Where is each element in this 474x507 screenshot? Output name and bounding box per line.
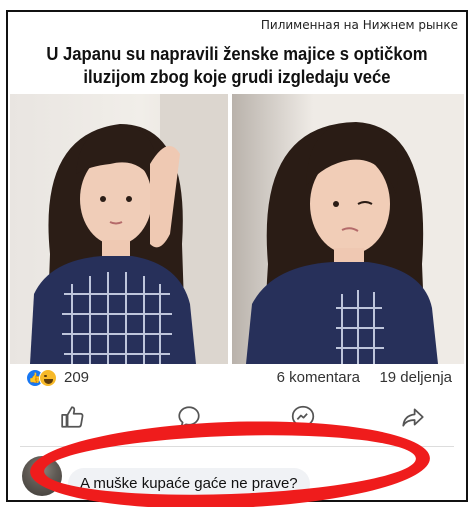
photo-left: [10, 94, 228, 364]
share-button[interactable]: [400, 404, 426, 430]
post-stats: 👍 209 6 komentara 19 deljenja: [22, 368, 456, 390]
divider: [20, 446, 454, 447]
haha-reaction-icon: [39, 369, 57, 387]
post-photos[interactable]: [10, 94, 464, 364]
photo-right: [232, 94, 464, 364]
reaction-count[interactable]: 209: [64, 369, 89, 386]
reaction-icons[interactable]: 👍: [26, 369, 60, 387]
comments-count-link[interactable]: 6 komentara: [277, 369, 360, 386]
post-action-bar: [18, 400, 456, 434]
comment: A muške kupaće gaće ne prave?: [22, 454, 456, 500]
share-arrow-icon: [402, 408, 424, 427]
comment-bubble: A muške kupaće gaće ne prave?: [68, 468, 310, 500]
comment-text: A muške kupaće gaće ne prave?: [80, 475, 298, 492]
meme-frame: Пилименная на Нижнем рынке U Japanu su n…: [6, 10, 468, 502]
messenger-icon: [291, 405, 315, 429]
watermark: Пилименная на Нижнем рынке: [260, 18, 458, 32]
post-headline: U Japanu su napravili ženske majice s op…: [46, 43, 428, 87]
comment-bubble-icon: [178, 406, 200, 428]
messenger-button[interactable]: [290, 404, 316, 430]
comment-button[interactable]: [176, 404, 202, 430]
shares-count-link[interactable]: 19 deljenja: [379, 369, 452, 386]
thumbs-up-icon: [61, 406, 84, 428]
like-button[interactable]: [60, 404, 86, 430]
commenter-avatar[interactable]: [22, 456, 62, 496]
